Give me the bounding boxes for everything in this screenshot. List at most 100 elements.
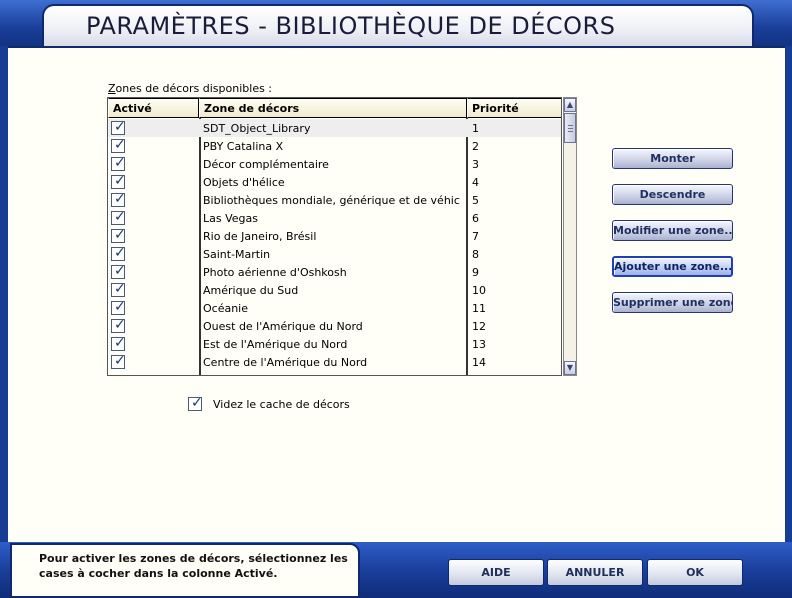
clear-cache-checkbox[interactable]: ✓ <box>188 395 203 411</box>
zone-name: Las Vegas <box>203 211 258 225</box>
checkmark-icon: ✓ <box>114 119 126 135</box>
active-checkbox[interactable]: ✓ <box>111 173 126 189</box>
list-row[interactable]: ✓ Est de l'Amérique du Nord 13 <box>108 335 561 353</box>
zone-name: Centre de l'Amérique du Nord <box>203 355 368 369</box>
zone-name: SDT_Object_Library <box>203 121 311 135</box>
active-checkbox[interactable]: ✓ <box>111 263 126 279</box>
zone-priority: 1 <box>472 121 479 135</box>
zone-name: PBY Catalina X <box>203 139 284 153</box>
move-down-button[interactable]: Descendre <box>612 184 733 205</box>
zone-name: Rio de Janeiro, Brésil <box>203 229 317 243</box>
list-row[interactable]: ✓ Décor complémentaire 3 <box>108 155 561 173</box>
active-checkbox[interactable]: ✓ <box>111 209 126 225</box>
checkmark-icon: ✓ <box>114 317 126 333</box>
list-row[interactable]: ✓ Las Vegas 6 <box>108 209 561 227</box>
zones-list-label: Zones de décors disponibles : <box>108 82 273 95</box>
active-cell: ✓ <box>108 299 201 317</box>
zone-priority: 2 <box>472 139 479 153</box>
active-checkbox[interactable]: ✓ <box>111 353 126 369</box>
checkmark-icon: ✓ <box>191 395 203 411</box>
checkmark-icon: ✓ <box>114 209 126 225</box>
active-cell: ✓ <box>108 281 201 299</box>
column-header-priority[interactable]: Priorité <box>467 98 561 118</box>
move-up-button[interactable]: Monter <box>612 148 733 169</box>
zone-priority: 7 <box>472 229 479 243</box>
hint-text: Pour activer les zones de décors, sélect… <box>39 552 348 580</box>
column-header-zone[interactable]: Zone de décors <box>199 98 467 118</box>
checkmark-icon: ✓ <box>114 173 126 189</box>
list-row[interactable]: ✓ Centre de l'Amérique du Nord 14 <box>108 353 561 371</box>
zone-name: Photo aérienne d'Oshkosh <box>203 265 347 279</box>
zone-name: Amérique du Sud <box>203 283 299 297</box>
list-row[interactable]: ✓ Amérique du Sud 10 <box>108 281 561 299</box>
cancel-button[interactable]: ANNULER <box>547 559 643 586</box>
list-row[interactable]: ✓ SDT_Object_Library 1 <box>108 119 561 137</box>
zone-priority: 11 <box>472 301 486 315</box>
checkmark-icon: ✓ <box>114 281 126 297</box>
scroll-up-icon[interactable]: ▲ <box>564 98 576 112</box>
zone-name: Bibliothèques mondiale, générique et de … <box>203 193 460 207</box>
active-checkbox[interactable]: ✓ <box>111 137 126 153</box>
scroll-down-icon[interactable]: ▼ <box>564 361 576 375</box>
scenery-areas-list[interactable]: Activé Zone de décors Priorité ✓ SDT_Obje… <box>107 97 562 376</box>
active-cell: ✓ <box>108 263 201 281</box>
delete-zone-button[interactable]: Supprimer une zone <box>612 292 733 313</box>
checkmark-icon: ✓ <box>114 353 126 369</box>
list-row[interactable]: ✓ Objets d'hélice 4 <box>108 173 561 191</box>
zone-priority: 10 <box>472 283 486 297</box>
active-cell: ✓ <box>108 137 201 155</box>
zone-priority: 4 <box>472 175 479 189</box>
active-cell: ✓ <box>108 227 201 245</box>
scroll-thumb[interactable] <box>564 113 576 143</box>
zone-name: Saint-Martin <box>203 247 271 261</box>
edit-zone-button[interactable]: Modifier une zone... <box>612 220 733 241</box>
zone-name: Ouest de l'Amérique du Nord <box>203 319 363 333</box>
list-row[interactable]: ✓ Bibliothèques mondiale, générique et de… <box>108 191 561 209</box>
ok-button[interactable]: OK <box>647 559 743 586</box>
add-zone-button[interactable]: Ajouter une zone... <box>612 256 733 277</box>
active-cell: ✓ <box>108 335 201 353</box>
checkmark-icon: ✓ <box>114 227 126 243</box>
list-row[interactable]: ✓ Ouest de l'Amérique du Nord 12 <box>108 317 561 335</box>
active-cell: ✓ <box>108 353 201 371</box>
list-row[interactable]: ✓ Saint-Martin 8 <box>108 245 561 263</box>
active-cell: ✓ <box>108 209 201 227</box>
zone-priority: 14 <box>472 355 486 369</box>
active-checkbox[interactable]: ✓ <box>111 281 126 297</box>
active-checkbox[interactable]: ✓ <box>111 191 126 207</box>
list-row[interactable]: ✓ Photo aérienne d'Oshkosh 9 <box>108 263 561 281</box>
active-checkbox[interactable]: ✓ <box>111 155 126 171</box>
checkmark-icon: ✓ <box>114 191 126 207</box>
list-row[interactable]: ✓ PBY Catalina X 2 <box>108 137 561 155</box>
active-cell: ✓ <box>108 119 201 137</box>
active-checkbox[interactable]: ✓ <box>111 119 126 135</box>
help-button[interactable]: AIDE <box>448 559 544 586</box>
zone-name: Décor complémentaire <box>203 157 329 171</box>
zone-priority: 9 <box>472 265 479 279</box>
zone-name: Objets d'hélice <box>203 175 285 189</box>
active-cell: ✓ <box>108 155 201 173</box>
list-row[interactable]: ✓ Rio de Janeiro, Brésil 7 <box>108 227 561 245</box>
checkmark-icon: ✓ <box>114 263 126 279</box>
active-checkbox[interactable]: ✓ <box>111 227 126 243</box>
list-row[interactable]: ✓ Océanie 11 <box>108 299 561 317</box>
frame-left-border <box>0 46 8 598</box>
clear-cache-label: Videz le cache de décors <box>213 398 350 411</box>
active-cell: ✓ <box>108 317 201 335</box>
grip-line <box>568 125 573 126</box>
list-scrollbar[interactable]: ▲ ▼ <box>563 97 577 376</box>
active-cell: ✓ <box>108 173 201 191</box>
checkmark-icon: ✓ <box>114 335 126 351</box>
checkmark-icon: ✓ <box>114 299 126 315</box>
active-checkbox[interactable]: ✓ <box>111 299 126 315</box>
checkmark-icon: ✓ <box>114 245 126 261</box>
active-checkbox[interactable]: ✓ <box>111 317 126 333</box>
window-title: PARAMÈTRES - BIBLIOTHÈQUE DE DÉCORS <box>86 12 616 40</box>
active-checkbox[interactable]: ✓ <box>111 335 126 351</box>
active-checkbox[interactable]: ✓ <box>111 245 126 261</box>
frame-right-border <box>785 46 792 598</box>
grip-line <box>568 131 573 132</box>
zone-priority: 8 <box>472 247 479 261</box>
column-header-active[interactable]: Activé <box>108 98 199 118</box>
checkmark-icon: ✓ <box>114 155 126 171</box>
